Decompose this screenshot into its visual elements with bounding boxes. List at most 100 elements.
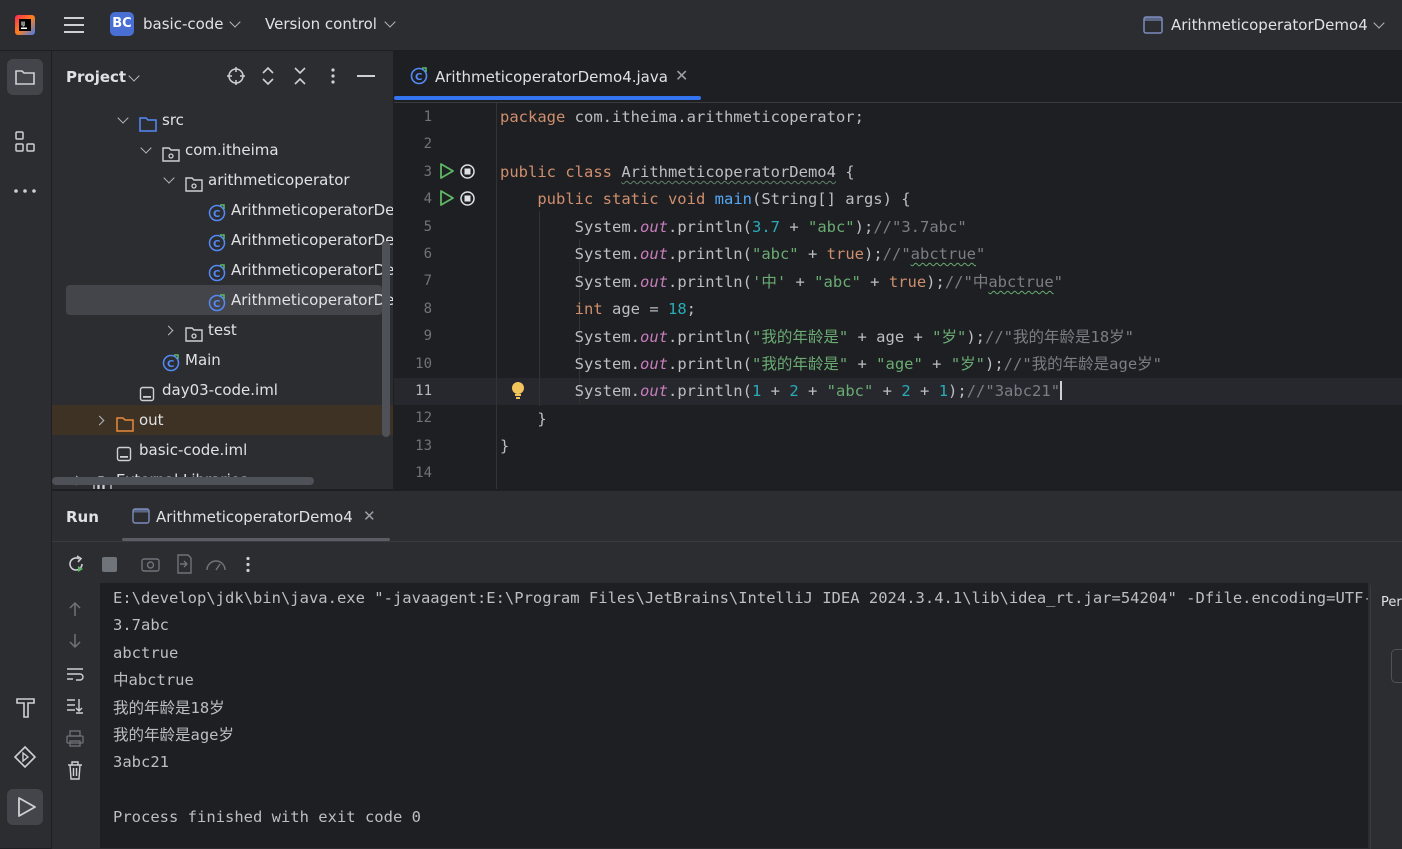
- line-number[interactable]: 4: [394, 186, 432, 213]
- code-line-3[interactable]: public class ArithmeticoperatorDemo4 {: [500, 159, 855, 186]
- code-line-5[interactable]: System.out.println(3.7 + "abc");//"3.7ab…: [500, 214, 967, 241]
- soft-wrap-icon[interactable]: [66, 666, 84, 682]
- options-vertical-icon[interactable]: [330, 67, 336, 85]
- line-number[interactable]: 8: [394, 296, 432, 323]
- restore-layout-icon[interactable]: [175, 554, 193, 574]
- trash-icon[interactable]: [67, 761, 83, 780]
- console-output[interactable]: E:\develop\jdk\bin\java.exe "-javaagent:…: [100, 583, 1368, 848]
- tree-item-label: arithmeticoperator: [208, 171, 350, 189]
- line-number[interactable]: 11: [394, 378, 432, 405]
- locate-icon[interactable]: [227, 67, 245, 85]
- run-main-icon[interactable]: [440, 190, 454, 206]
- line-number[interactable]: 13: [394, 433, 432, 460]
- camera-icon[interactable]: [141, 556, 160, 572]
- chevron-right-icon[interactable]: [94, 415, 105, 426]
- run-panel-title: Run: [66, 508, 99, 526]
- build-tool-button[interactable]: [7, 689, 43, 725]
- main-menu-icon[interactable]: [64, 16, 84, 34]
- project-name: basic-code: [143, 15, 224, 33]
- line-number[interactable]: 6: [394, 241, 432, 268]
- side-panel-stub[interactable]: Per: [1370, 585, 1402, 849]
- line-number[interactable]: 3: [394, 159, 432, 186]
- tree-item-out[interactable]: out: [52, 405, 393, 435]
- run-tab-label: ArithmeticoperatorDemo4: [156, 508, 353, 526]
- scroll-to-end-icon[interactable]: [66, 697, 84, 715]
- options-vertical-icon[interactable]: [245, 556, 251, 573]
- code-line-10[interactable]: System.out.println("我的年龄是" + "age" + "岁"…: [500, 351, 1162, 378]
- tree-item-arithmeticoperatordemo1[interactable]: C ArithmeticoperatorDemo1: [52, 195, 393, 225]
- intellij-logo-icon[interactable]: IJ: [15, 15, 35, 35]
- print-icon[interactable]: [66, 730, 84, 747]
- run-configuration-selector[interactable]: ArithmeticoperatorDemo4: [1143, 14, 1393, 38]
- line-number[interactable]: 5: [394, 214, 432, 241]
- excluded-folder-icon: [116, 412, 134, 432]
- line-number[interactable]: 1: [394, 104, 432, 131]
- profiler-icon[interactable]: [205, 555, 227, 573]
- breakpoint-stop-icon[interactable]: [460, 164, 475, 179]
- tree-item-arithmeticoperatordemo4[interactable]: C ArithmeticoperatorDemo4: [66, 285, 393, 315]
- more-tools-button[interactable]: [7, 173, 43, 209]
- chevron-down-icon[interactable]: [117, 112, 129, 124]
- chevron-down-icon[interactable]: [140, 142, 152, 154]
- editor-tab-arithmeticoperatordemo4[interactable]: C ArithmeticoperatorDemo4.java ✕: [394, 51, 701, 102]
- chevron-right-icon[interactable]: [163, 325, 174, 336]
- line-number[interactable]: 7: [394, 268, 432, 295]
- code-line-1[interactable]: package com.itheima.arithmeticoperator;: [500, 104, 864, 131]
- code-line-7[interactable]: System.out.println('中' + "abc" + true);/…: [500, 269, 1063, 296]
- close-tab-icon[interactable]: ✕: [363, 507, 376, 525]
- console-line: E:\develop\jdk\bin\java.exe "-javaagent:…: [113, 589, 1368, 607]
- code-line-6[interactable]: System.out.println("abc" + true);//"abct…: [500, 241, 986, 268]
- stop-icon[interactable]: [102, 557, 117, 572]
- line-number[interactable]: 9: [394, 323, 432, 350]
- tree-item-main[interactable]: C Main: [52, 345, 393, 375]
- project-tool-button[interactable]: [7, 59, 43, 95]
- close-tab-icon[interactable]: ✕: [675, 66, 688, 85]
- tree-item-label: src: [162, 111, 184, 129]
- version-control-menu[interactable]: Version control: [265, 15, 400, 37]
- run-panel-divider: [52, 541, 1402, 542]
- collapse-all-icon[interactable]: [293, 66, 307, 86]
- tree-horizontal-scrollbar[interactable]: [52, 477, 314, 485]
- structure-tool-button[interactable]: [7, 123, 43, 159]
- line-number[interactable]: 2: [394, 131, 432, 158]
- folder-icon: [15, 70, 35, 85]
- chevron-down-icon[interactable]: [128, 70, 140, 82]
- tree-item-arithmeticoperatordemo3[interactable]: C ArithmeticoperatorDemo3: [52, 255, 393, 285]
- line-number[interactable]: 12: [394, 405, 432, 432]
- code-line-11[interactable]: System.out.println(1 + 2 + "abc" + 2 + 1…: [500, 378, 1063, 405]
- scroll-down-icon[interactable]: [68, 633, 82, 649]
- line-number[interactable]: 14: [394, 460, 432, 487]
- run-class-icon[interactable]: [440, 163, 454, 179]
- project-panel-title[interactable]: Project: [66, 68, 126, 86]
- code-line-8[interactable]: int age = 18;: [500, 296, 696, 323]
- code-line-9[interactable]: System.out.println("我的年龄是" + age + "岁");…: [500, 324, 1134, 351]
- svg-text:C: C: [213, 299, 220, 310]
- run-tool-button[interactable]: [7, 789, 43, 825]
- console-line: abctrue: [113, 643, 179, 662]
- hide-panel-icon[interactable]: [357, 75, 375, 78]
- chevron-down-icon[interactable]: [163, 172, 175, 184]
- code-line-12[interactable]: }: [500, 406, 546, 433]
- line-number[interactable]: 10: [394, 351, 432, 378]
- tree-item-basic-code-iml[interactable]: basic-code.iml: [52, 435, 393, 465]
- tree-vertical-scrollbar[interactable]: [382, 241, 390, 437]
- breakpoint-stop-icon[interactable]: [460, 191, 475, 206]
- editor-tab-bar: C ArithmeticoperatorDemo4.java ✕: [394, 51, 1402, 103]
- tree-item-arithmeticoperator[interactable]: arithmeticoperator: [52, 165, 393, 195]
- chevron-down-icon: [229, 16, 241, 28]
- package-icon: [185, 172, 203, 192]
- code-line-13[interactable]: }: [500, 433, 509, 460]
- tree-item-com-itheima[interactable]: com.itheima: [52, 135, 393, 165]
- tree-item-arithmeticoperatordemo2[interactable]: C ArithmeticoperatorDemo2: [52, 225, 393, 255]
- tree-item-day03-code-iml[interactable]: day03-code.iml: [52, 375, 393, 405]
- code-line-4[interactable]: public static void main(String[] args) {: [500, 186, 910, 213]
- rerun-icon[interactable]: [66, 554, 86, 574]
- services-tool-button[interactable]: [7, 739, 43, 775]
- project-selector[interactable]: BC basic-code: [110, 12, 245, 38]
- run-tab-arithmeticoperatordemo4[interactable]: ArithmeticoperatorDemo4 ✕: [122, 491, 390, 541]
- tree-item-src[interactable]: src: [52, 105, 393, 135]
- expand-all-icon[interactable]: [261, 66, 275, 86]
- tree-item-label: ArithmeticoperatorDemo1: [231, 201, 393, 219]
- scroll-up-icon[interactable]: [68, 601, 82, 617]
- tree-item-test[interactable]: test: [52, 315, 393, 345]
